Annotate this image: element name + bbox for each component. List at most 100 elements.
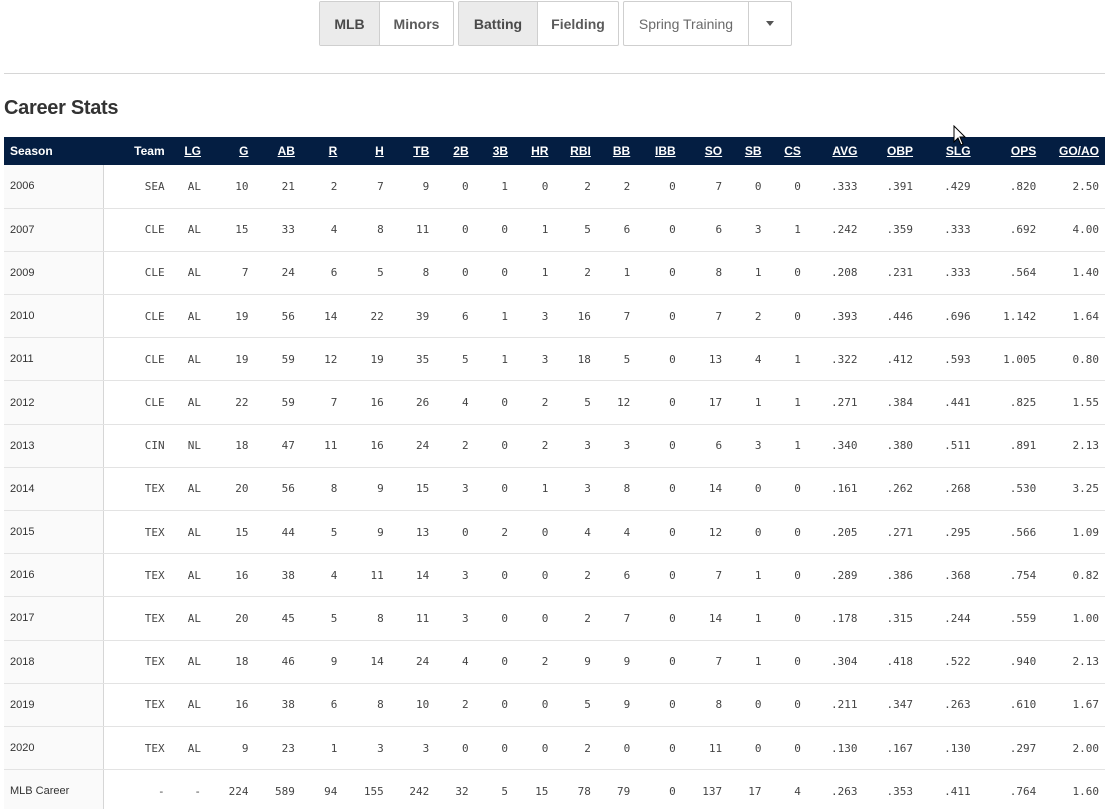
career-cell-team: - (158, 784, 165, 798)
career-cell-3b: 5 (501, 784, 509, 798)
career-cell-ab: 589 (275, 784, 295, 798)
dropdown-toggle[interactable] (748, 2, 791, 45)
career-total-row: MLB Career - - 224 589 94 155 242 32 5 15 78 79 0 137 1… (4, 769, 1105, 809)
column-header-so[interactable]: SO (681, 137, 729, 165)
column-header-2b[interactable]: 2B (435, 137, 475, 165)
column-header-hr[interactable]: HR (514, 137, 555, 165)
cell-bb: 8 (596, 467, 637, 512)
column-header-ops[interactable]: OPS (976, 137, 1043, 165)
cell-r: 5 (300, 596, 344, 641)
career-cell-slg: .411 (944, 784, 971, 798)
cell-sb: 3 (728, 424, 768, 468)
cell-ops: 1.142 (976, 294, 1043, 339)
cell-g: 18 (207, 424, 255, 468)
cell-cs: 0 (767, 640, 807, 684)
cell-g: 10 (207, 165, 255, 209)
column-header-team: Team (103, 137, 171, 165)
cell-sb: 3 (728, 208, 768, 252)
section-divider (4, 73, 1105, 74)
cell-sb: 0 (728, 467, 768, 512)
column-header-avg[interactable]: AVG (806, 137, 864, 165)
cell-ab: 56 (254, 467, 301, 512)
column-header-ab[interactable]: AB (254, 137, 301, 165)
cell-avg: .205 (806, 510, 864, 555)
cell-2b: 3 (435, 467, 475, 512)
column-header-ibb[interactable]: IBB (636, 137, 682, 165)
cell-so: 7 (681, 294, 729, 339)
cell-season: 2006 (4, 165, 105, 209)
career-cell-ops: .764 (1009, 784, 1037, 798)
cell-ibb: 0 (636, 380, 682, 425)
cell-ibb: 0 (636, 640, 682, 684)
cell-slg: .244 (919, 596, 977, 641)
cell-3b: 0 (474, 251, 515, 296)
column-header-bb[interactable]: BB (596, 137, 637, 165)
cell-team: TEX (103, 510, 171, 555)
batting-button[interactable]: Batting (459, 2, 537, 45)
column-header-h[interactable]: H (343, 137, 390, 165)
cell-r: 4 (300, 208, 344, 252)
column-header-go-ao[interactable]: GO/AO (1042, 137, 1105, 165)
cell-team: CLE (103, 294, 171, 339)
column-header-g[interactable]: G (207, 137, 255, 165)
cell-h: 8 (343, 596, 390, 641)
cell-lg: AL (170, 380, 207, 425)
cell-g: 7 (207, 251, 255, 296)
cell-h: 9 (343, 467, 390, 512)
cell-g: 18 (207, 640, 255, 684)
column-header-cs[interactable]: CS (767, 137, 807, 165)
column-header-rbi[interactable]: RBI (554, 137, 597, 165)
cell-tb: 11 (389, 208, 436, 252)
cell-go-ao: 3.25 (1042, 467, 1105, 512)
game-type-dropdown[interactable]: Spring Training (623, 1, 792, 46)
cell-lg: AL (170, 726, 207, 771)
cell-hr: 0 (514, 510, 555, 555)
mlb-button[interactable]: MLB (320, 2, 379, 45)
cell-2b: 3 (435, 596, 475, 641)
column-header-tb[interactable]: TB (389, 137, 436, 165)
cell-tb: 8 (389, 251, 436, 296)
cell-go-ao: 2.13 (1042, 424, 1105, 468)
career-cell-cs: 4 (794, 784, 801, 798)
cell-g: 20 (207, 596, 255, 641)
cell-tb: 11 (389, 596, 436, 641)
cell-lg: AL (170, 208, 207, 252)
cell-ops: .610 (976, 683, 1043, 727)
cell-rbi: 2 (554, 726, 597, 771)
cell-go-ao: 4.00 (1042, 208, 1105, 252)
cell-ops: .754 (976, 553, 1043, 598)
cell-ibb: 0 (636, 726, 682, 771)
cell-h: 8 (343, 208, 390, 252)
table-header-row: Season Team LG G AB R H TB 2B 3B HR RBI BB IBB SO SB CS A… (4, 137, 1105, 165)
column-header-sb[interactable]: SB (728, 137, 768, 165)
cell-ab: 56 (254, 294, 301, 339)
column-header-lg[interactable]: LG (170, 137, 207, 165)
cell-h: 14 (343, 640, 390, 684)
cell-rbi: 5 (554, 380, 597, 425)
cell-obp: .391 (863, 165, 920, 209)
cell-bb: 7 (596, 294, 637, 339)
game-type-selected[interactable]: Spring Training (624, 2, 748, 45)
cell-hr: 1 (514, 467, 555, 512)
cell-g: 16 (207, 683, 255, 727)
cell-team: CLE (103, 208, 171, 252)
column-header-3b[interactable]: 3B (474, 137, 515, 165)
cell-hr: 0 (514, 553, 555, 598)
cell-avg: .242 (806, 208, 864, 252)
career-cell-r: 94 (324, 784, 338, 798)
cell-3b: 0 (474, 683, 515, 727)
fielding-button[interactable]: Fielding (537, 2, 618, 45)
column-header-obp[interactable]: OBP (863, 137, 920, 165)
cell-h: 19 (343, 337, 390, 382)
cell-sb: 1 (728, 640, 768, 684)
cell-hr: 0 (514, 165, 555, 209)
cell-obp: .271 (863, 510, 920, 555)
cell-r: 5 (300, 510, 344, 555)
cell-sb: 1 (728, 251, 768, 296)
minors-button[interactable]: Minors (379, 2, 453, 45)
column-header-season: Season (4, 137, 104, 165)
column-header-slg[interactable]: SLG (919, 137, 977, 165)
cell-avg: .393 (806, 294, 864, 339)
cell-avg: .322 (806, 337, 864, 382)
column-header-r[interactable]: R (300, 137, 344, 165)
